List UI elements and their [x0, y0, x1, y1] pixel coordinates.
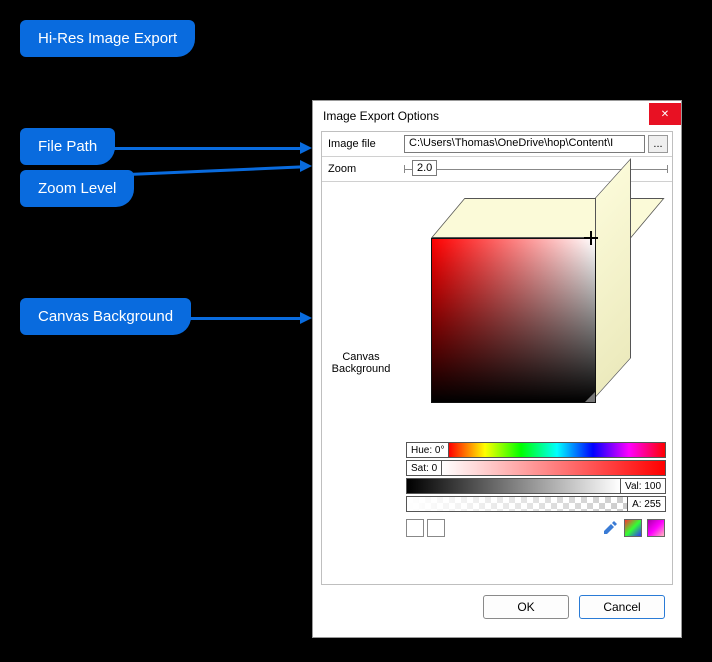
dialog-titlebar: Image Export Options ✕: [313, 101, 681, 131]
anno-arrow-file: [110, 147, 302, 150]
anno-arrow-file-head: [300, 142, 312, 154]
val-slider[interactable]: Val: 100: [406, 478, 666, 494]
palette-button-1[interactable]: [623, 518, 643, 538]
color-picker: Hue: 0° Sat: 0 Val: 100 A: 255: [400, 182, 672, 544]
dialog-title: Image Export Options: [323, 109, 439, 123]
val-label: Val: 100: [620, 479, 665, 493]
row-canvas-bg: Canvas Background Hue: 0°: [322, 182, 672, 544]
color-cube[interactable]: [411, 188, 661, 438]
image-export-dialog: Image Export Options ✕ Image file C:\Use…: [312, 100, 682, 638]
cube-right-face: [595, 158, 631, 398]
dialog-footer: OK Cancel: [321, 585, 673, 629]
close-icon: ✕: [661, 109, 669, 120]
row-image-file: Image file C:\Users\Thomas\OneDrive\hop\…: [322, 132, 672, 157]
resize-handle-icon[interactable]: [585, 392, 595, 402]
label-canvas-bg-1: Canvas: [332, 351, 391, 363]
image-file-input[interactable]: C:\Users\Thomas\OneDrive\hop\Content\I: [404, 135, 645, 153]
swatch-current[interactable]: [406, 519, 424, 537]
anno-arrow-zoom-head: [300, 160, 312, 172]
palette-icon-alt: [647, 519, 665, 537]
anno-canvas-bg: Canvas Background: [20, 298, 191, 335]
alpha-label: A: 255: [627, 497, 665, 511]
anno-arrow-zoom: [128, 165, 302, 176]
browse-button[interactable]: ...: [648, 135, 668, 153]
hue-slider[interactable]: Hue: 0°: [406, 442, 666, 458]
ok-button[interactable]: OK: [483, 595, 569, 619]
label-canvas-bg-2: Background: [332, 363, 391, 375]
cube-front-face[interactable]: [431, 238, 596, 403]
palette-button-2[interactable]: [646, 518, 666, 538]
anno-arrow-canvas: [188, 317, 302, 320]
palette-icon: [624, 519, 642, 537]
label-canvas-bg: Canvas Background: [322, 182, 400, 544]
close-button[interactable]: ✕: [649, 103, 681, 125]
swatch-previous[interactable]: [427, 519, 445, 537]
alpha-slider[interactable]: A: 255: [406, 496, 666, 512]
anno-arrow-canvas-head: [300, 312, 312, 324]
eyedropper-button[interactable]: [600, 518, 620, 538]
eyedropper-icon: [602, 520, 618, 536]
cancel-button[interactable]: Cancel: [579, 595, 665, 619]
sat-label: Sat: 0: [407, 461, 442, 475]
content-area: Image file C:\Users\Thomas\OneDrive\hop\…: [321, 131, 673, 585]
anno-heading: Hi-Res Image Export: [20, 20, 195, 57]
anno-zoom: Zoom Level: [20, 170, 134, 207]
label-zoom: Zoom: [322, 157, 400, 181]
sat-slider[interactable]: Sat: 0: [406, 460, 666, 476]
swatch-row: [406, 518, 666, 538]
anno-file-path: File Path: [20, 128, 115, 165]
hue-label: Hue: 0°: [407, 443, 449, 457]
zoom-value[interactable]: 2.0: [412, 160, 437, 176]
label-image-file: Image file: [322, 132, 400, 156]
dialog-body: Image file C:\Users\Thomas\OneDrive\hop\…: [313, 131, 681, 637]
